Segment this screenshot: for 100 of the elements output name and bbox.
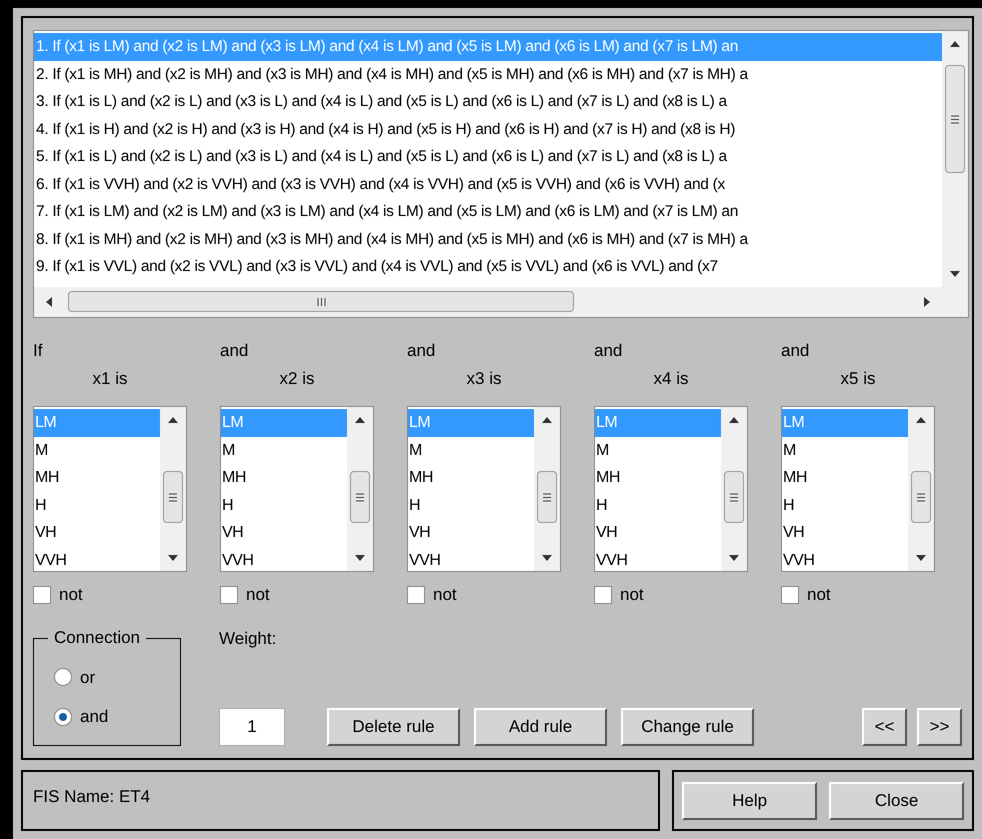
variable-label: x3 is (466, 368, 502, 390)
connector-label: and (594, 340, 624, 362)
connector-label: If (33, 340, 44, 362)
checkbox-label: not (433, 584, 457, 606)
push-button[interactable]: << (862, 708, 907, 746)
push-button[interactable]: Help (682, 782, 818, 820)
scroll-down-icon[interactable] (542, 555, 552, 561)
membership-item[interactable]: VH (221, 519, 347, 546)
push-button[interactable]: Delete rule (327, 708, 460, 746)
scroll-down-icon[interactable] (729, 555, 739, 561)
checkbox[interactable] (781, 586, 799, 604)
radio-button[interactable] (54, 708, 72, 726)
rule-item[interactable]: 8. If (x1 is MH) and (x2 is MH) and (x3 is MH) and (x4 is MH) and (x5 is MH) and (x6 is MH) and (x7 is MH) a (34, 226, 942, 253)
membership-item[interactable]: MH (221, 464, 347, 492)
grip-icon[interactable] (543, 492, 551, 502)
membership-item[interactable]: M (34, 436, 160, 464)
membership-list[interactable]: LM M MH H VH VVH (33, 406, 187, 572)
membership-item[interactable]: VVH (595, 546, 721, 571)
vertical-scrollbar[interactable] (347, 407, 373, 571)
membership-item[interactable]: VH (595, 519, 721, 546)
vertical-scrollbar[interactable] (534, 407, 560, 571)
scroll-up-icon[interactable] (168, 417, 178, 423)
scroll-down-icon[interactable] (168, 555, 178, 561)
rule-item[interactable]: 5. If (x1 is L) and (x2 is L) and (x3 is L) and (x4 is L) and (x5 is L) and (x6 is L) and (x7 is L) and (x8 is L) a (34, 143, 942, 170)
vertical-scrollbar[interactable] (160, 407, 186, 571)
fis-name-text: FIS Name: ET4 (33, 787, 150, 806)
vertical-scrollbar[interactable] (942, 31, 968, 287)
membership-item[interactable]: MH (782, 464, 908, 492)
membership-item[interactable]: VH (34, 519, 160, 546)
vertical-scrollbar[interactable] (908, 407, 934, 571)
membership-item[interactable]: H (408, 492, 534, 519)
grip-icon[interactable] (316, 298, 326, 306)
grip-icon[interactable] (730, 492, 738, 502)
variable-label: x4 is (654, 368, 688, 390)
variable-label: x2 is (280, 368, 314, 390)
checkbox[interactable] (594, 586, 612, 604)
scroll-up-icon[interactable] (542, 417, 552, 423)
membership-list[interactable]: LM M MH H VH VVH (781, 406, 935, 572)
scroll-up-icon[interactable] (355, 417, 365, 423)
rule-list[interactable] (33, 30, 969, 318)
scroll-up-icon[interactable] (916, 417, 926, 423)
membership-item[interactable]: M (408, 436, 534, 464)
grip-icon[interactable] (169, 492, 177, 502)
push-button[interactable]: Add rule (474, 708, 607, 746)
membership-item[interactable]: VH (782, 519, 908, 546)
variable-label: x5 is (840, 368, 876, 390)
variable-label: x1 is (92, 368, 128, 390)
push-button[interactable]: Change rule (621, 708, 754, 746)
membership-item[interactable]: MH (34, 464, 160, 492)
membership-item[interactable]: M (221, 436, 347, 464)
scroll-left-icon[interactable] (46, 297, 52, 307)
checkbox-label: not (807, 584, 831, 606)
connector-label: and (781, 340, 810, 362)
radio-label: or (80, 666, 96, 688)
scroll-up-icon[interactable] (950, 41, 960, 47)
membership-list[interactable]: LM M MH H VH VVH (407, 406, 561, 572)
scroll-down-icon[interactable] (950, 271, 960, 277)
membership-item[interactable]: MH (408, 464, 534, 492)
horizontal-scrollbar[interactable] (34, 287, 968, 317)
grip-icon[interactable] (356, 492, 364, 502)
push-button[interactable]: >> (917, 708, 962, 746)
weight-label: Weight: (219, 628, 278, 650)
membership-item[interactable]: H (221, 492, 347, 519)
radio-button[interactable] (54, 668, 72, 686)
membership-item[interactable]: VVH (782, 546, 908, 571)
checkbox-label: not (246, 584, 270, 606)
rule-item[interactable]: 2. If (x1 is MH) and (x2 is MH) and (x3 is MH) and (x4 is MH) and (x5 is MH) and (x6 is MH) and (x7 is MH) a (34, 60, 942, 88)
rule-item[interactable]: 3. If (x1 is L) and (x2 is L) and (x3 is L) and (x4 is L) and (x5 is L) and (x6 is L) and (x7 is L) and (x8 is L) a (34, 88, 942, 116)
membership-item[interactable]: VVH (34, 546, 160, 571)
grip-icon[interactable] (951, 114, 959, 124)
membership-item[interactable]: VVH (408, 546, 534, 571)
membership-list[interactable]: LM M MH H VH VVH (220, 406, 374, 572)
rule-item[interactable]: 7. If (x1 is LM) and (x2 is LM) and (x3 is LM) and (x4 is LM) and (x5 is LM) and (x6 is LM) and (x7 is LM) an (34, 198, 942, 226)
checkbox-label: not (620, 584, 644, 606)
membership-item[interactable]: H (34, 492, 160, 519)
membership-list[interactable]: LM M MH H VH VVH (594, 406, 748, 572)
connector-label: and (407, 340, 436, 362)
membership-item[interactable]: VVH (221, 546, 347, 571)
membership-item[interactable]: H (782, 492, 908, 519)
weight-field[interactable]: 1 (219, 708, 285, 746)
rule-item[interactable]: 9. If (x1 is VVL) and (x2 is VVL) and (x3 is VVL) and (x4 is VVL) and (x5 is VVL) and (x6 is VVL) and (x7 (34, 253, 942, 280)
rule-item[interactable]: 6. If (x1 is VVH) and (x2 is VVH) and (x3 is VVH) and (x4 is VVH) and (x5 is VVH) and (x6 is VVH) and (x (34, 170, 942, 198)
scroll-down-icon[interactable] (355, 555, 365, 561)
checkbox[interactable] (33, 586, 51, 604)
grip-icon[interactable] (917, 492, 925, 502)
membership-item[interactable]: H (595, 492, 721, 519)
rule-item[interactable]: 4. If (x1 is H) and (x2 is H) and (x3 is H) and (x4 is H) and (x5 is H) and (x6 is H) and (x7 is H) and (x8 is H) (34, 116, 942, 143)
radio-label: and (80, 706, 108, 728)
scroll-right-icon[interactable] (924, 297, 930, 307)
scroll-down-icon[interactable] (916, 555, 926, 561)
membership-item[interactable]: VH (408, 519, 534, 546)
scroll-up-icon[interactable] (729, 417, 739, 423)
membership-item[interactable]: M (782, 436, 908, 464)
checkbox[interactable] (407, 586, 425, 604)
membership-item[interactable]: M (595, 436, 721, 464)
vertical-scrollbar[interactable] (721, 407, 747, 571)
push-button[interactable]: Close (829, 782, 964, 820)
membership-item[interactable]: MH (595, 464, 721, 492)
connector-label: and (220, 340, 250, 362)
checkbox[interactable] (220, 586, 238, 604)
